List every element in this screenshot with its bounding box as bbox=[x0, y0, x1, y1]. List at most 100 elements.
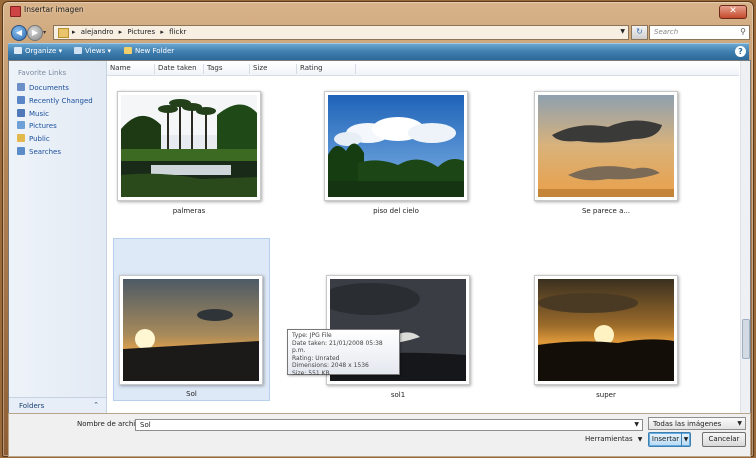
filename-value: Sol bbox=[140, 421, 151, 429]
sidebar-item-label: Documents bbox=[29, 84, 69, 92]
address-bar: ◀ ▶ ▾ ▸ alejandro ▸ Pictures ▸ flickr ▼ … bbox=[7, 22, 750, 42]
music-icon bbox=[17, 109, 25, 117]
title-bar: Insertar imagen ✕ bbox=[3, 2, 753, 20]
tooltip-size: Size: 551 KB bbox=[292, 369, 330, 377]
sunset-photo bbox=[538, 279, 674, 381]
recent-icon bbox=[17, 96, 25, 104]
browser-body: Favorite Links Documents Recently Change… bbox=[8, 60, 751, 414]
insert-label: Insertar bbox=[651, 435, 680, 443]
navigation-pane: Favorite Links Documents Recently Change… bbox=[9, 61, 107, 414]
public-folder-icon bbox=[17, 134, 25, 142]
file-tile-sol[interactable]: Sol bbox=[113, 238, 270, 401]
organize-button[interactable]: Organize ▾ bbox=[14, 47, 62, 55]
chevron-down-icon: ▼ bbox=[637, 436, 643, 443]
insert-options-icon[interactable]: ▼ bbox=[681, 433, 690, 446]
file-tile-piso-del-cielo[interactable]: piso del cielo bbox=[322, 89, 470, 219]
sidebar-item-searches[interactable]: Searches bbox=[17, 147, 61, 156]
new-folder-label: New Folder bbox=[135, 47, 175, 55]
back-button[interactable]: ◀ bbox=[11, 25, 27, 41]
thumbnail-frame bbox=[119, 275, 263, 385]
folders-toggle[interactable]: Folders ⌃ bbox=[9, 397, 106, 414]
new-folder-icon bbox=[124, 47, 132, 54]
file-tile-palmeras[interactable]: palmeras bbox=[115, 89, 263, 219]
forward-button[interactable]: ▶ bbox=[27, 25, 43, 41]
breadcrumb-flickr[interactable]: flickr bbox=[169, 28, 186, 36]
refresh-icon[interactable]: ↻ bbox=[631, 25, 648, 40]
documents-icon bbox=[17, 83, 25, 91]
address-field[interactable]: ▸ alejandro ▸ Pictures ▸ flickr ▼ bbox=[53, 25, 629, 40]
organize-icon bbox=[14, 47, 22, 54]
breadcrumb-separator: ▸ bbox=[160, 28, 164, 36]
breadcrumb-separator: ▸ bbox=[118, 28, 123, 36]
dialog-window: Insertar imagen ✕ ◀ ▶ ▾ ▸ alejandro ▸ Pi… bbox=[2, 1, 754, 457]
views-icon bbox=[74, 47, 82, 54]
scrollbar-thumb[interactable] bbox=[742, 319, 750, 359]
sidebar-item-label: Recently Changed bbox=[29, 97, 93, 105]
file-info-tooltip: Type: JPG File Date taken: 21/01/2008 05… bbox=[287, 329, 400, 377]
new-folder-button[interactable]: New Folder bbox=[124, 47, 174, 55]
file-view: Name Date taken Tags Size Rating palmera… bbox=[107, 61, 750, 413]
command-toolbar: Organize ▾ Views ▾ New Folder ? bbox=[8, 43, 749, 61]
sidebar-item-label: Searches bbox=[29, 148, 62, 156]
tools-label: Herramientas bbox=[585, 435, 633, 443]
sidebar-item-recently-changed[interactable]: Recently Changed bbox=[17, 96, 93, 105]
window-title: Insertar imagen bbox=[24, 5, 84, 14]
tools-menu[interactable]: Herramientas ▼ bbox=[585, 435, 642, 443]
palm-trees-photo bbox=[121, 95, 257, 197]
sidebar-item-documents[interactable]: Documents bbox=[17, 83, 69, 92]
recent-pages-icon[interactable]: ▾ bbox=[43, 30, 49, 36]
tooltip-dimensions: Dimensions: 2048 x 1536 bbox=[292, 362, 369, 370]
thumbnail-frame bbox=[117, 91, 261, 201]
address-dropdown-icon[interactable]: ▼ bbox=[620, 28, 625, 35]
sidebar-item-pictures[interactable]: Pictures bbox=[17, 121, 57, 130]
chevron-down-icon: ▼ bbox=[737, 420, 742, 427]
app-icon bbox=[10, 6, 21, 17]
file-type-select[interactable]: Todas las imágenes ▼ bbox=[648, 417, 746, 430]
breadcrumb: ▸ alejandro ▸ Pictures ▸ flickr bbox=[72, 28, 189, 36]
breadcrumb-alejandro[interactable]: alejandro bbox=[81, 28, 114, 36]
file-name: palmeras bbox=[172, 207, 206, 215]
close-button[interactable]: ✕ bbox=[719, 5, 747, 19]
column-rating[interactable]: Rating bbox=[296, 64, 355, 74]
favorite-links-heading: Favorite Links bbox=[18, 69, 67, 77]
breadcrumb-pictures[interactable]: Pictures bbox=[127, 28, 155, 36]
folder-icon bbox=[58, 28, 69, 38]
column-date-taken[interactable]: Date taken bbox=[154, 64, 204, 74]
chevron-down-icon[interactable]: ▼ bbox=[634, 421, 639, 428]
column-size[interactable]: Size bbox=[249, 64, 296, 74]
column-tags[interactable]: Tags bbox=[203, 64, 249, 74]
sidebar-item-label: Music bbox=[29, 110, 49, 118]
file-name: Sol bbox=[186, 390, 197, 398]
file-name: piso del cielo bbox=[373, 207, 419, 215]
sidebar-item-label: Pictures bbox=[29, 122, 57, 130]
search-placeholder: Search bbox=[654, 28, 679, 36]
tooltip-date: Date taken: 21/01/2008 05:38 p.m. bbox=[292, 339, 383, 355]
sunset-clouds-photo bbox=[538, 95, 674, 197]
file-tile-se-parece-a[interactable]: Se parece a... bbox=[532, 89, 680, 219]
folders-label: Folders bbox=[19, 402, 45, 410]
views-button[interactable]: Views ▾ bbox=[74, 47, 111, 55]
search-icon[interactable]: ⚲ bbox=[740, 27, 746, 36]
insert-button[interactable]: Insertar ▼ bbox=[648, 432, 691, 447]
tooltip-type: Type: JPG File bbox=[292, 332, 332, 339]
help-icon[interactable]: ? bbox=[735, 46, 746, 57]
filename-input[interactable]: Sol ▼ bbox=[135, 419, 643, 431]
sidebar-item-public[interactable]: Public bbox=[17, 134, 50, 143]
file-name: sol1 bbox=[390, 391, 406, 399]
vertical-scrollbar[interactable] bbox=[740, 61, 750, 413]
organize-label: Organize ▾ bbox=[25, 47, 63, 55]
file-name: Se parece a... bbox=[581, 207, 631, 215]
column-name[interactable]: Name bbox=[107, 64, 154, 74]
cancel-button[interactable]: Cancelar bbox=[702, 432, 746, 447]
views-label: Views ▾ bbox=[85, 47, 111, 55]
dialog-footer: Nombre de archivo: Sol ▼ Todas las imáge… bbox=[8, 413, 751, 457]
file-tile-super[interactable]: super bbox=[532, 273, 680, 403]
searches-icon bbox=[17, 147, 25, 155]
sun-horizon-photo bbox=[123, 279, 259, 381]
file-type-value: Todas las imágenes bbox=[653, 420, 722, 428]
sidebar-item-music[interactable]: Music bbox=[17, 109, 49, 118]
search-input[interactable]: Search ⚲ bbox=[649, 25, 750, 40]
chevron-up-icon: ⌃ bbox=[93, 401, 99, 409]
tooltip-rating: Rating: Unrated bbox=[292, 354, 340, 362]
sky-clouds-photo bbox=[328, 95, 464, 197]
